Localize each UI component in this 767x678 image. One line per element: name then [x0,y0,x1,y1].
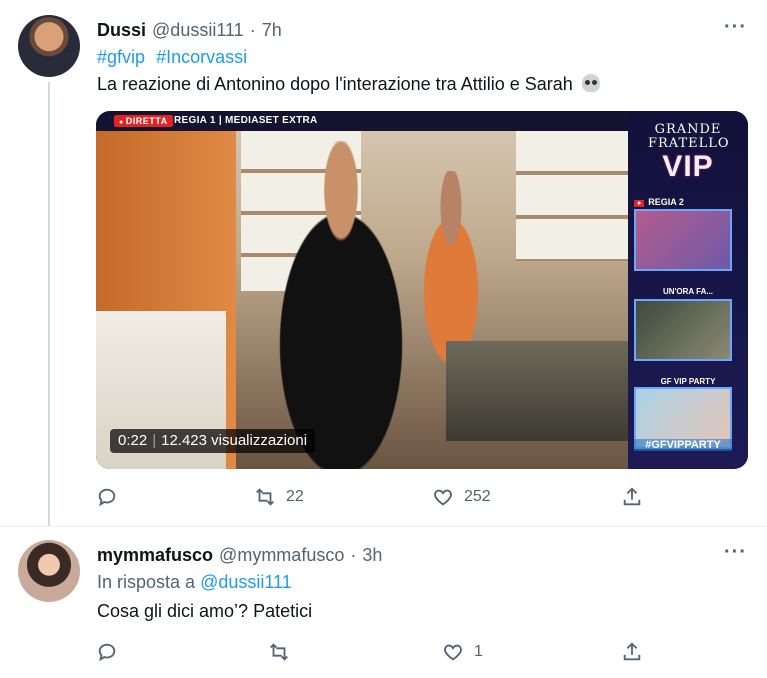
tweet-text: La reazione di Antonino dopo l'interazio… [97,72,600,96]
hashtag-link[interactable]: #Incorvassi [156,47,247,67]
retweet-icon [270,643,288,661]
share-button[interactable] [621,641,643,663]
view-count: 12.423 visualizzazioni [161,432,308,449]
like-count: 252 [464,488,491,505]
tweet-text: Cosa gli dici amo’? Patetici [97,599,312,623]
share-icon [623,642,641,661]
user-handle[interactable]: @dussii111 [152,20,244,41]
view-counter: 0:22 | 12.423 visualizzazioni [110,429,316,453]
display-name[interactable]: mymmafusco [97,545,213,566]
retweet-icon [256,488,274,506]
display-name[interactable]: Dussi [97,20,146,41]
user-handle[interactable]: @mymmafusco [219,545,344,566]
separator-dot: · [350,545,357,565]
more-options-icon[interactable]: ··· [724,16,747,39]
separator-dot: · [249,20,256,40]
heart-icon [434,489,452,506]
tweet-actions: 22 252 [96,486,656,510]
video-player[interactable]: DIRETTA REGIA 1 | MEDIASET EXTRA GRANDE … [96,111,748,469]
hashtag-link[interactable]: #gfvip [97,47,145,67]
like-button[interactable]: 1 [442,641,483,663]
tweet-text-content: Cosa gli dici amo’? Patetici [97,601,313,621]
like-button[interactable]: 252 [432,486,491,508]
show-logo: GRANDE FRATELLO VIP [648,122,730,183]
side-hashtag: #GFVIPPARTY [634,439,732,451]
reply-context: In risposta a @dussii111 [97,572,292,593]
avatar[interactable] [18,15,80,77]
reply-icon [98,488,116,507]
more-options-icon[interactable]: ··· [724,541,747,564]
share-icon [623,487,641,506]
retweet-count: 22 [286,488,304,505]
reply-to-link[interactable]: @dussii111 [200,572,292,592]
timestamp[interactable]: 3h [362,545,382,566]
reply-button[interactable] [96,641,128,663]
broadcast-bar: DIRETTA REGIA 1 | MEDIASET EXTRA [96,111,628,131]
tweet-actions: 1 [96,641,656,665]
video-frame [96,111,628,469]
retweet-button[interactable]: 22 [254,486,304,508]
channel-label: REGIA 1 | MEDIASET EXTRA [174,115,318,126]
heart-icon [444,644,462,661]
thread-connector-line [48,82,50,526]
side-thumbnail [634,209,732,271]
tweet-header: Dussi @dussii111 · 7h [97,20,282,41]
like-count: 1 [474,643,483,660]
reply-prefix: In risposta a [97,572,196,592]
regia2-label: ● REGIA 2 [634,197,744,207]
live-badge: DIRETTA [114,115,173,127]
share-button[interactable] [621,486,643,508]
elapsed-time: 0:22 [118,432,148,449]
side-label: GF VIP PARTY [660,377,716,386]
timestamp[interactable]: 7h [262,20,282,41]
broadcast-sidebar: GRANDE FRATELLO VIP ● REGIA 2 UN'ORA FA..… [628,111,748,469]
avatar[interactable] [18,540,80,602]
tweet-text-content: La reazione di Antonino dopo l'interazio… [97,74,573,94]
retweet-button[interactable] [268,641,300,663]
tweet-divider [0,526,767,527]
side-thumbnail [634,299,732,361]
tweet-header: mymmafusco @mymmafusco · 3h [97,545,382,566]
hashtags: #gfvip #Incorvassi [97,47,253,68]
reply-button[interactable] [96,486,128,508]
reply-icon [98,643,116,662]
skull-icon [581,74,600,92]
separator: | [152,432,157,449]
side-label: UN'ORA FA... [662,287,714,296]
